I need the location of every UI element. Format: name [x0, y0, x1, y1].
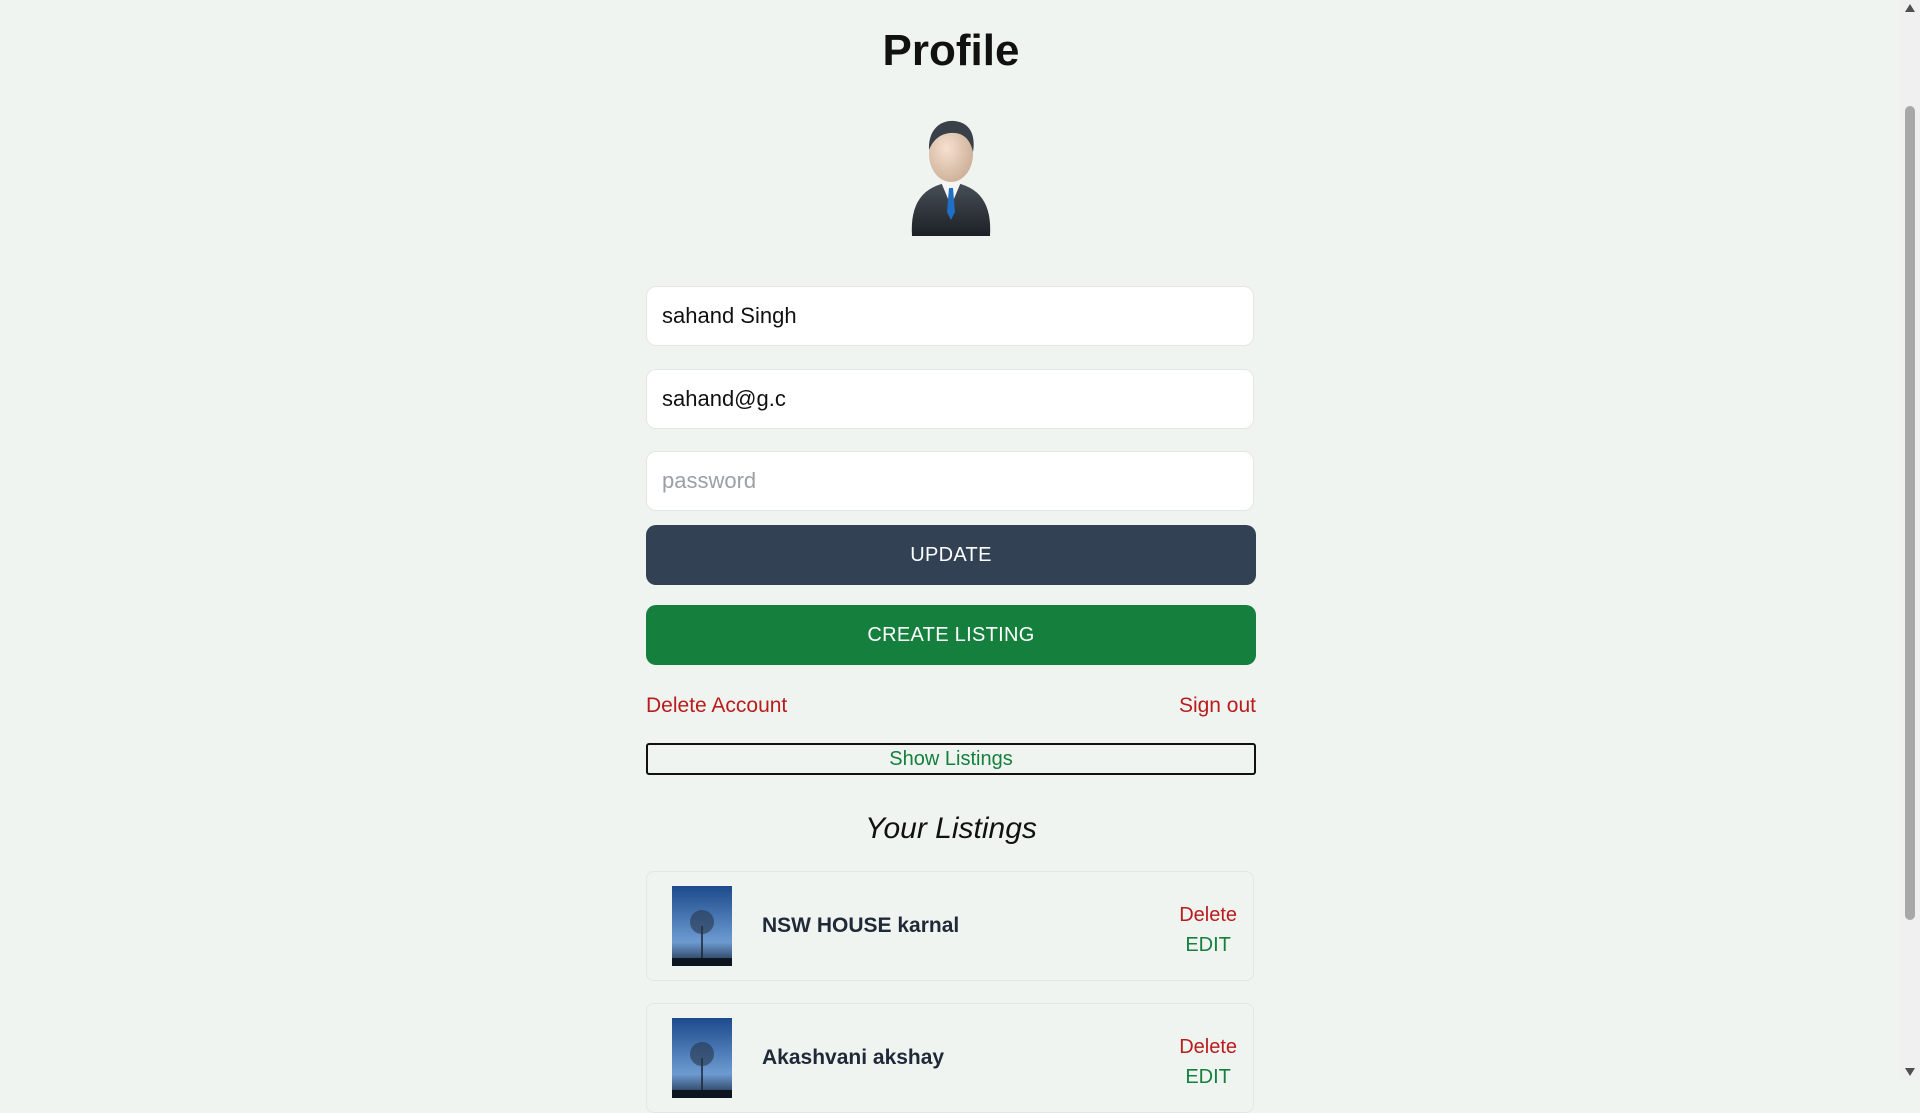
listing-name[interactable]: NSW HOUSE karnal: [762, 914, 959, 938]
listing-card: NSW HOUSE karnal Delete EDIT: [646, 871, 1254, 981]
businessman-avatar-icon: [911, 120, 991, 236]
listing-actions: Delete EDIT: [1179, 900, 1237, 960]
vertical-scrollbar[interactable]: [1900, 0, 1920, 1080]
listing-thumbnail[interactable]: [672, 886, 732, 966]
avatar[interactable]: [906, 116, 996, 238]
listings-heading: Your Listings: [865, 812, 1037, 845]
listing-thumbnail[interactable]: [672, 1018, 732, 1098]
show-listings-button[interactable]: Show Listings: [646, 743, 1256, 775]
page-title: Profile: [882, 26, 1020, 75]
listing-photo-icon: [672, 1018, 732, 1098]
create-listing-button[interactable]: CREATE LISTING: [646, 605, 1256, 665]
email-field[interactable]: [646, 369, 1254, 429]
scrollbar-thumb[interactable]: [1905, 106, 1915, 920]
listing-delete-button[interactable]: Delete: [1179, 1032, 1237, 1062]
username-field[interactable]: [646, 286, 1254, 346]
listing-delete-button[interactable]: Delete: [1179, 900, 1237, 930]
listing-edit-button[interactable]: EDIT: [1179, 1062, 1237, 1092]
update-button[interactable]: UPDATE: [646, 525, 1256, 585]
profile-page: Profile sahand Singh sahand@g.c UPDATE C…: [0, 0, 1900, 1113]
scroll-up-arrow-icon[interactable]: [1905, 4, 1915, 12]
listing-actions: Delete EDIT: [1179, 1032, 1237, 1092]
scroll-down-arrow-icon[interactable]: [1905, 1068, 1915, 1076]
sign-out-link[interactable]: Sign out: [1179, 694, 1256, 718]
listing-card: Akashvani akshay Delete EDIT: [646, 1003, 1254, 1113]
password-field[interactable]: [646, 451, 1254, 511]
listing-name[interactable]: Akashvani akshay: [762, 1046, 944, 1070]
listing-edit-button[interactable]: EDIT: [1179, 930, 1237, 960]
listing-photo-icon: [672, 886, 732, 966]
delete-account-link[interactable]: Delete Account: [646, 694, 787, 718]
